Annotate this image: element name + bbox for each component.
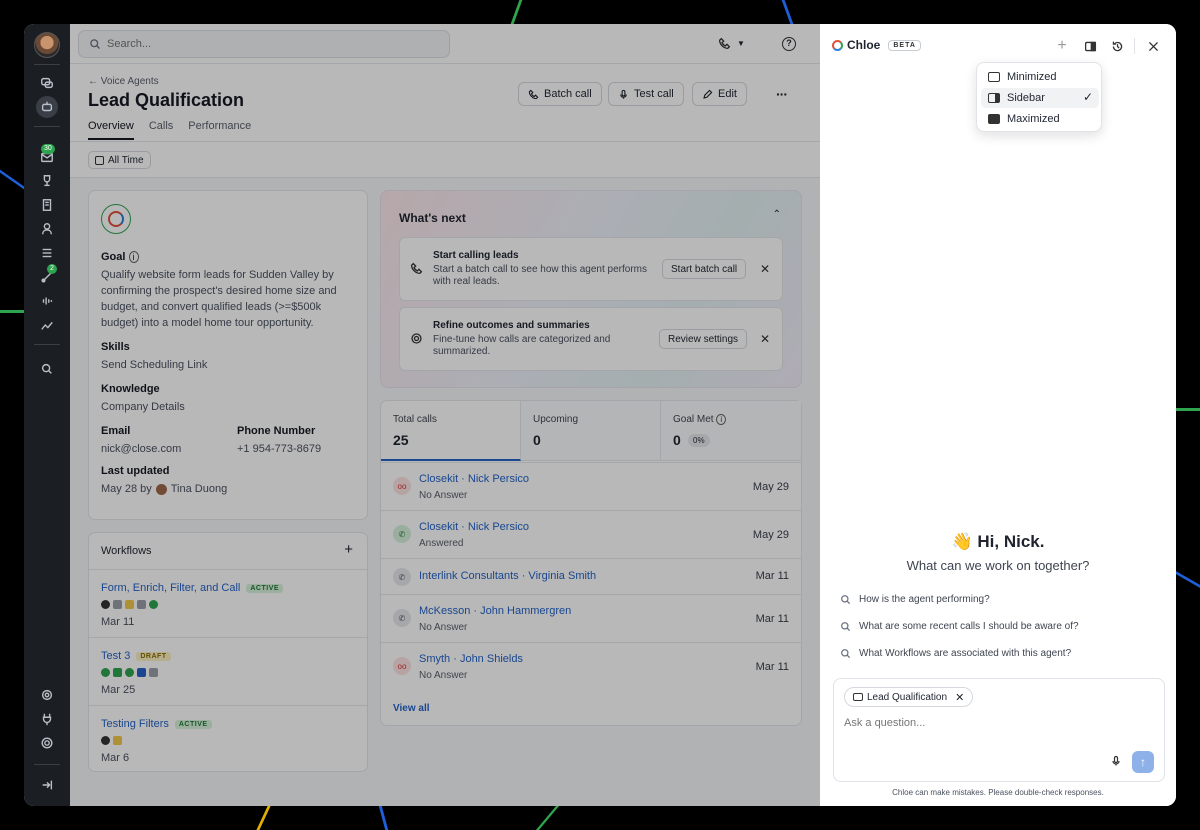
robot-icon[interactable]	[36, 96, 58, 118]
inbox-badge: 30	[41, 144, 55, 154]
suggestion-item[interactable]: How is the agent performing?	[840, 594, 990, 605]
chloe-assistant-panel: Chloe BETA + Minimized Sidebar ✓ Maximiz…	[820, 24, 1176, 806]
remove-context-icon[interactable]: ✕	[955, 691, 964, 704]
history-icon[interactable]	[1109, 38, 1125, 54]
chart-icon[interactable]	[36, 314, 58, 336]
assistant-header: Chloe BETA	[832, 38, 921, 52]
nav-rail: 30 2	[24, 24, 70, 806]
message-composer: Lead Qualification ✕ ↑	[833, 678, 1165, 782]
menu-item-minimized[interactable]: Minimized	[981, 67, 1099, 87]
tasks-badge: 2	[47, 264, 57, 274]
greeting: 👋 Hi, Nick. What can we work on together…	[820, 532, 1176, 573]
menu-item-maximized[interactable]: Maximized	[981, 109, 1099, 129]
close-icon[interactable]	[1145, 38, 1161, 54]
disclaimer: Chloe can make mistakes. Please double-c…	[892, 788, 1104, 797]
background-line	[256, 806, 271, 830]
search-icon[interactable]	[36, 358, 58, 380]
background-line	[378, 806, 389, 830]
greeting-title: 👋 Hi, Nick.	[951, 532, 1045, 551]
app-window: 30 2 ▼ ? ← Voice Agents	[24, 24, 1176, 806]
chloe-logo-icon	[832, 39, 843, 51]
background-line	[0, 310, 24, 313]
gear-icon[interactable]	[36, 732, 58, 754]
menu-item-sidebar[interactable]: Sidebar ✓	[981, 88, 1099, 108]
sidebar-icon	[988, 93, 1000, 103]
layout-menu: Minimized Sidebar ✓ Maximized	[976, 62, 1102, 132]
assistant-name: Chloe	[847, 38, 881, 52]
minimized-icon	[988, 72, 1000, 82]
background-line	[1176, 408, 1200, 411]
microphone-icon[interactable]	[1110, 755, 1122, 770]
rail-divider	[34, 126, 60, 127]
suggestion-item[interactable]: What Workflows are associated with this …	[840, 648, 1071, 659]
expand-icon[interactable]	[36, 774, 58, 796]
audio-icon[interactable]	[36, 290, 58, 312]
contact-icon[interactable]	[36, 218, 58, 240]
maximized-icon	[988, 114, 1000, 124]
question-input[interactable]	[844, 717, 1144, 729]
sidebar-layout-icon[interactable]	[1082, 38, 1098, 54]
robot-icon	[853, 693, 863, 701]
greeting-subtitle: What can we work on together?	[906, 558, 1090, 573]
background-line	[1176, 571, 1200, 588]
header-divider	[1134, 38, 1135, 54]
context-chip-label: Lead Qualification	[867, 691, 948, 703]
new-chat-icon[interactable]: +	[1054, 37, 1070, 54]
background-line	[0, 169, 24, 190]
checkmark-icon: ✓	[1082, 90, 1093, 104]
background-line	[781, 0, 794, 24]
building-icon[interactable]	[36, 194, 58, 216]
search-icon	[841, 649, 851, 659]
background-line	[510, 0, 523, 24]
rail-divider	[34, 344, 60, 345]
modal-overlay[interactable]	[70, 24, 820, 806]
plug-icon[interactable]	[36, 708, 58, 730]
search-icon	[841, 595, 851, 605]
send-button[interactable]: ↑	[1132, 751, 1154, 773]
list-icon[interactable]	[36, 242, 58, 264]
help-icon[interactable]	[36, 684, 58, 706]
context-chip[interactable]: Lead Qualification ✕	[844, 687, 974, 707]
rail-divider	[34, 64, 60, 65]
background-line	[535, 806, 560, 830]
suggestion-item[interactable]: What are some recent calls I should be a…	[840, 621, 1079, 632]
chat-icon[interactable]	[36, 72, 58, 94]
user-avatar[interactable]	[34, 32, 60, 58]
beta-badge: BETA	[888, 39, 921, 51]
trophy-icon[interactable]	[36, 170, 58, 192]
search-icon	[841, 622, 851, 632]
rail-divider	[34, 764, 60, 765]
